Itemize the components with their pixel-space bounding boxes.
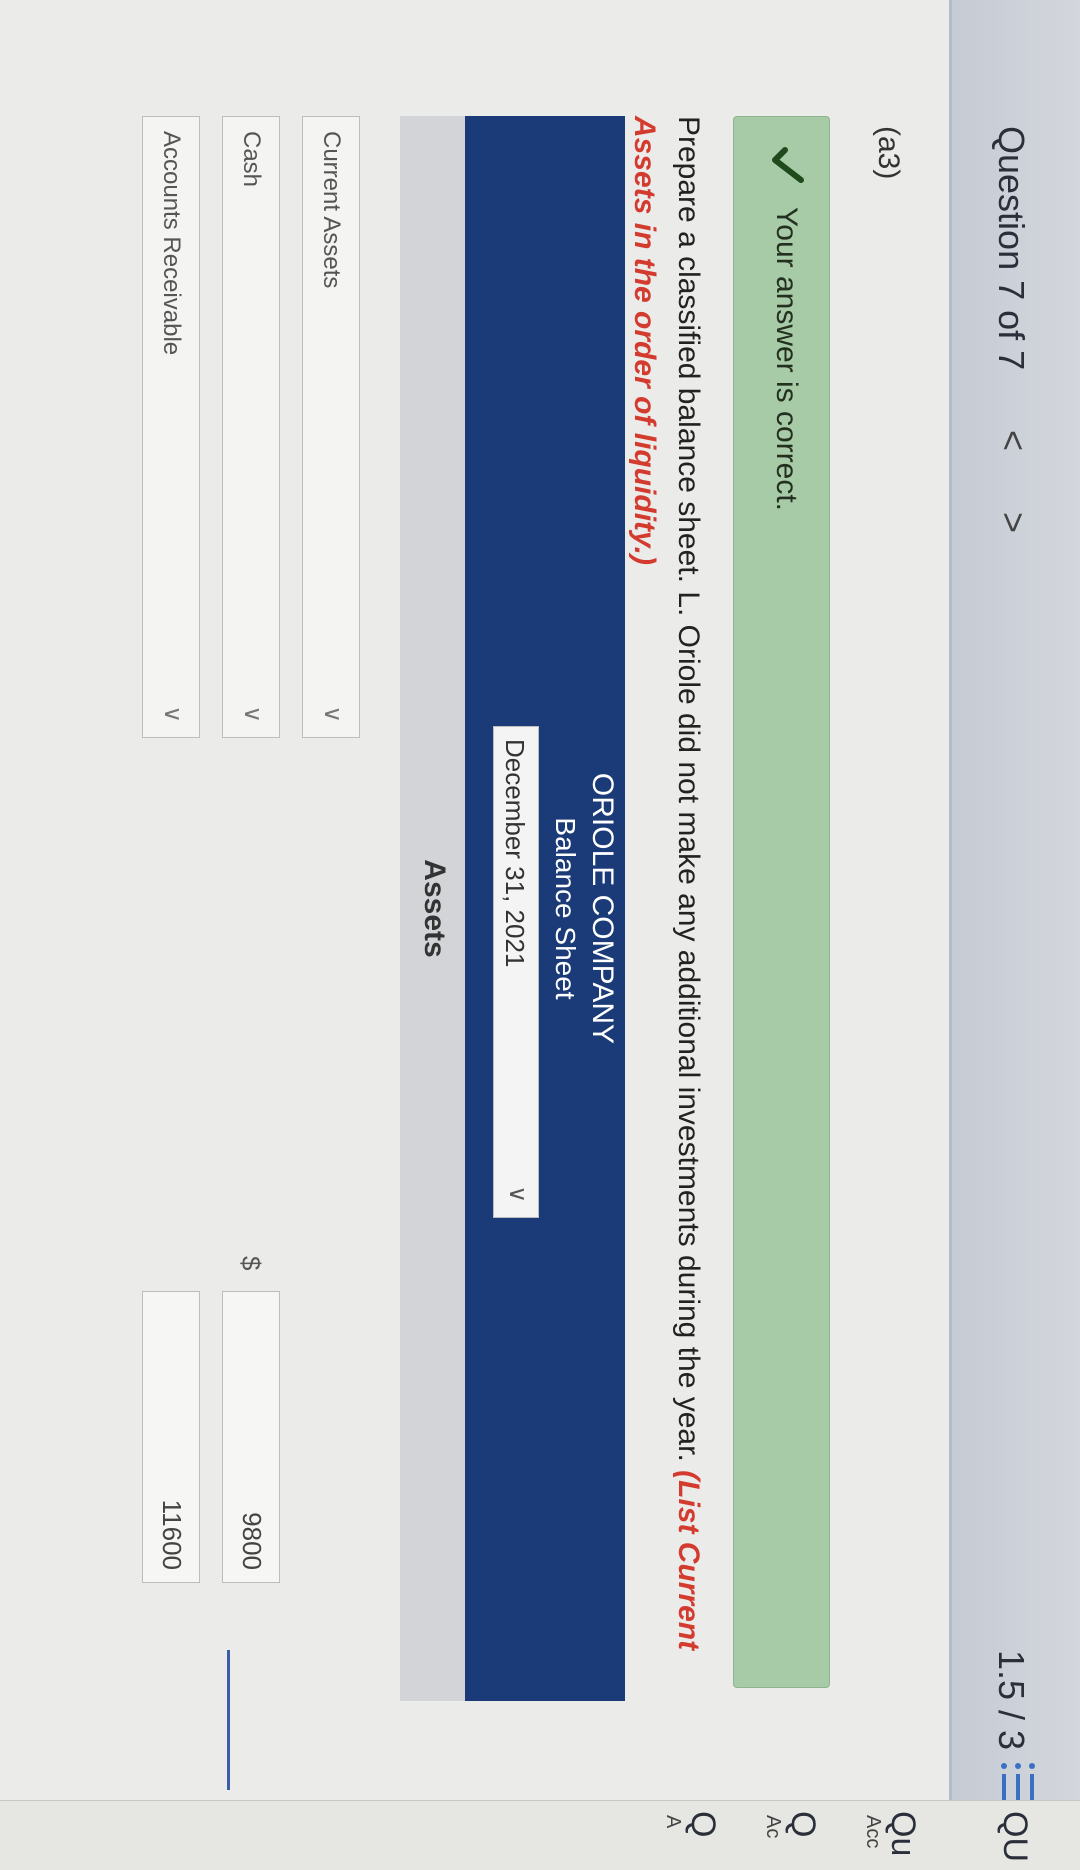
panel-item-sub: A xyxy=(662,1815,684,1829)
chevron-down-icon: ∨ xyxy=(504,1185,531,1203)
table-row: Current Assets ∨ xyxy=(302,116,360,1816)
check-icon xyxy=(772,147,804,183)
account-dropdown[interactable]: Accounts Receivable ∨ xyxy=(142,116,200,738)
section-label: Assets xyxy=(418,859,451,958)
panel-item-title[interactable]: Qu xyxy=(883,1811,922,1856)
balance-sheet-header: ORIOLE COMPANY Balance Sheet December 31… xyxy=(465,116,625,1701)
feedback-banner: Your answer is correct. xyxy=(733,116,830,1688)
score-display: 1.5 / 3 xyxy=(991,1650,1032,1751)
amount-input[interactable]: 11600 xyxy=(142,1291,200,1583)
date-dropdown[interactable]: December 31, 2021 ∨ xyxy=(493,726,539,1218)
assets-section-header: Assets xyxy=(400,116,465,1701)
feedback-text: Your answer is correct. xyxy=(770,207,803,512)
account-dropdown[interactable]: Cash ∨ xyxy=(222,116,280,738)
table-row: Accounts Receivable ∨ 11600 xyxy=(142,116,200,1816)
statement-title: Balance Sheet xyxy=(550,817,581,1000)
panel-item-title[interactable]: Q xyxy=(683,1811,722,1837)
amount-value: 11600 xyxy=(157,1499,187,1570)
question-counter: Question 7 of 7 xyxy=(991,126,1032,371)
amount-value: 9800 xyxy=(237,1512,267,1570)
amount-input[interactable]: 9800 xyxy=(222,1291,280,1583)
date-value: December 31, 2021 xyxy=(500,739,530,968)
previous-question-button[interactable]: < xyxy=(992,430,1034,451)
panel-item-title[interactable]: Q xyxy=(783,1811,822,1837)
screen: Question 7 of 7 < > 1.5 / 3 QU Qu Acc Q … xyxy=(0,0,1080,1870)
active-tab-underline xyxy=(227,1650,230,1790)
panel-top-label: QU xyxy=(996,1811,1034,1862)
top-bar: Question 7 of 7 < > 1.5 / 3 xyxy=(949,0,1080,1870)
table-row: Cash ∨ $ 9800 xyxy=(222,116,280,1816)
part-label: (a3) xyxy=(872,126,905,180)
account-value: Current Assets xyxy=(318,131,345,289)
chevron-down-icon: ∨ xyxy=(319,705,346,723)
instruction-text: Prepare a classified balance sheet. L. O… xyxy=(622,116,710,1676)
account-dropdown[interactable]: Current Assets ∨ xyxy=(302,116,360,738)
panel-item-sub: Acc xyxy=(862,1815,884,1849)
next-question-button[interactable]: > xyxy=(992,512,1034,533)
account-value: Accounts Receivable xyxy=(158,131,185,356)
company-name: ORIOLE COMPANY xyxy=(586,772,619,1045)
chevron-down-icon: ∨ xyxy=(239,705,266,723)
panel-item-sub: Ac xyxy=(762,1815,784,1839)
instruction-main: Prepare a classified balance sheet. L. O… xyxy=(672,116,705,1462)
account-value: Cash xyxy=(238,131,265,188)
currency-symbol: $ xyxy=(236,1256,266,1271)
chevron-down-icon: ∨ xyxy=(159,705,186,723)
